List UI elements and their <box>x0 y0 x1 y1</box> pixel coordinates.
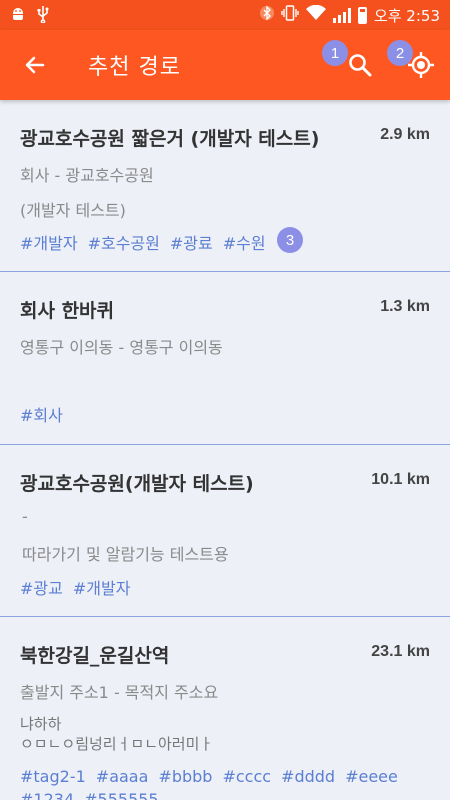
route-tag[interactable]: #cccc <box>222 767 271 786</box>
route-tag[interactable]: #1234 <box>20 790 74 800</box>
annotation-badge-3: 3 <box>277 227 303 253</box>
route-distance: 1.3 km <box>380 298 430 315</box>
annotation-badge-1: 1 <box>322 40 348 66</box>
route-tag[interactable]: #수원 <box>223 230 266 254</box>
route-tags: #tag2-1 #aaaa #bbbb #cccc #dddd #eeee #1… <box>20 767 440 800</box>
route-list: 광교호수공원 짧은거 (개발자 테스트) 2.9 km 회사 - 광교호수공원 … <box>0 100 450 800</box>
status-time: 오후 2:53 <box>373 6 440 25</box>
route-title: 북한강길_운길산역 <box>20 645 170 667</box>
route-distance: 23.1 km <box>371 643 430 660</box>
route-endpoints: 출발지 주소1 - 목적지 주소요 <box>20 683 219 702</box>
battery-icon <box>357 6 367 24</box>
route-description-line2: ㅇㅁㄴㅇ림넝리ㅓㅁㄴ아러미ㅏ <box>20 735 214 753</box>
arrow-back-icon <box>25 56 45 74</box>
route-endpoints: 영통구 이의동 - 영통구 이의동 <box>20 338 223 357</box>
route-tag[interactable]: #aaaa <box>96 767 149 786</box>
page-title: 추천 경로 <box>88 55 181 80</box>
vibrate-icon <box>281 5 299 25</box>
route-tag[interactable]: #회사 <box>20 402 63 426</box>
route-tag[interactable]: #개발자 <box>73 575 131 599</box>
route-tag[interactable]: #tag2-1 <box>20 767 86 786</box>
android-debug-icon <box>10 6 26 25</box>
route-title: 회사 한바퀴 <box>20 300 115 322</box>
route-tag[interactable]: #광료 <box>170 230 213 254</box>
route-description: (개발자 테스트) <box>20 201 126 220</box>
route-card[interactable]: 북한강길_운길산역 23.1 km 출발지 주소1 - 목적지 주소요 냐하하 … <box>0 617 450 800</box>
route-tag[interactable]: #호수공원 <box>88 230 160 254</box>
usb-icon <box>36 5 50 26</box>
route-tag[interactable]: #dddd <box>281 767 335 786</box>
route-distance: 10.1 km <box>371 471 430 488</box>
route-tags: #개발자 #호수공원 #광료 #수원 <box>20 230 440 254</box>
bluetooth-icon <box>259 4 274 26</box>
route-endpoints: - <box>22 507 28 526</box>
route-tag[interactable]: #광교 <box>20 575 63 599</box>
route-tag[interactable]: #개발자 <box>20 230 78 254</box>
route-tags: #회사 <box>20 402 440 426</box>
route-card[interactable]: 광교호수공원 짧은거 (개발자 테스트) 2.9 km 회사 - 광교호수공원 … <box>0 100 450 272</box>
search-icon <box>349 54 372 77</box>
wifi-icon <box>305 4 326 25</box>
route-tags: #광교 #개발자 <box>20 575 440 599</box>
app-bar: 추천 경로 1 2 <box>0 30 450 100</box>
signal-icon <box>332 7 351 23</box>
route-description: 따라가기 및 알람기능 테스트용 <box>22 545 229 564</box>
route-title: 광교호수공원 짧은거 (개발자 테스트) <box>20 128 320 150</box>
route-endpoints: 회사 - 광교호수공원 <box>20 166 154 185</box>
annotation-badge-2: 2 <box>387 40 413 66</box>
route-distance: 2.9 km <box>380 126 430 143</box>
back-button[interactable] <box>0 30 70 100</box>
route-card[interactable]: 광교호수공원(개발자 테스트) 10.1 km - 따라가기 및 알람기능 테스… <box>0 445 450 617</box>
status-bar: 오후 2:53 <box>0 0 450 30</box>
route-title: 광교호수공원(개발자 테스트) <box>20 473 254 495</box>
route-tag[interactable]: #555555 <box>84 790 158 800</box>
route-card[interactable]: 회사 한바퀴 1.3 km 영통구 이의동 - 영통구 이의동 #회사 <box>0 272 450 445</box>
route-tag[interactable]: #eeee <box>345 767 398 786</box>
route-tag[interactable]: #bbbb <box>158 767 212 786</box>
route-description: 냐하하 <box>20 715 62 733</box>
